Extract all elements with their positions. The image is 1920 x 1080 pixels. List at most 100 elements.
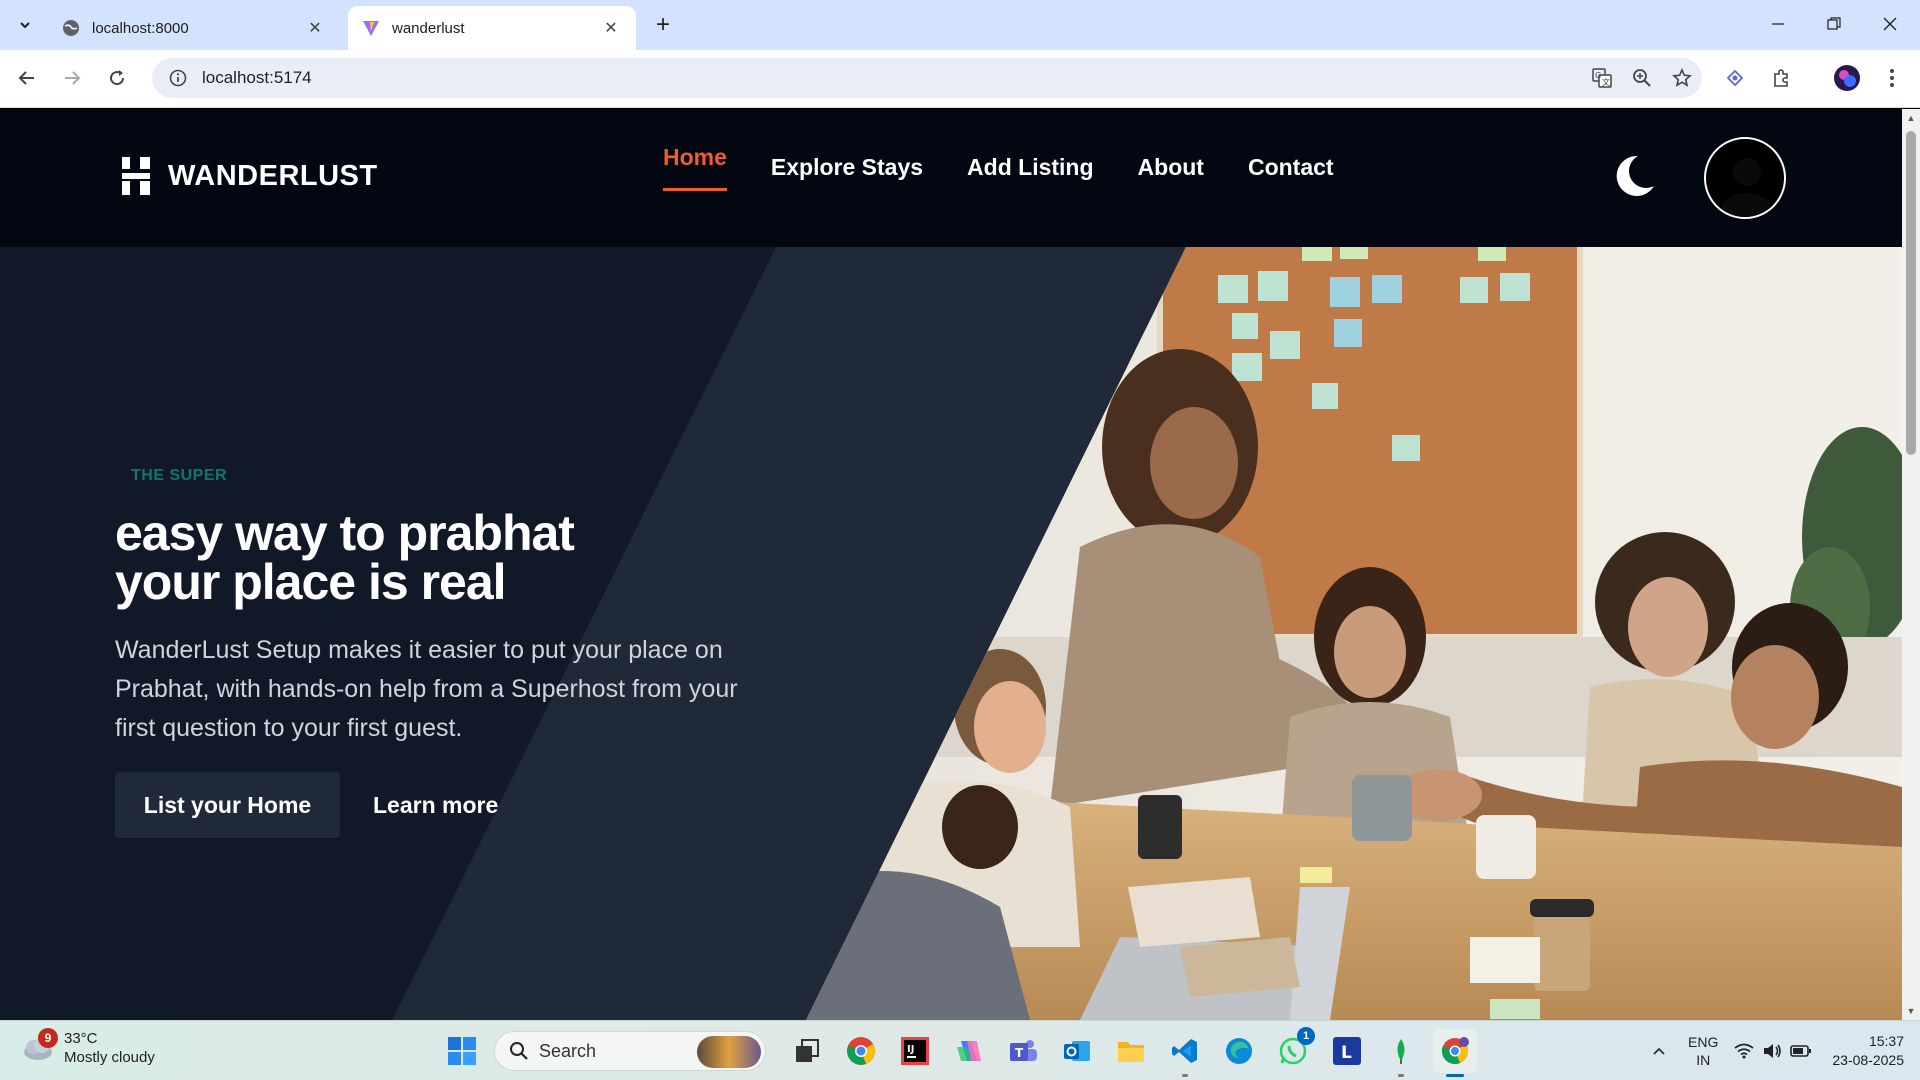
start-button[interactable]	[440, 1029, 484, 1073]
hero-title: easy way to prabhat your place is real	[115, 508, 755, 610]
close-icon	[1883, 17, 1897, 31]
profile-avatar-icon[interactable]	[1829, 60, 1865, 96]
taskbar-search[interactable]: Search	[494, 1031, 766, 1071]
restore-icon	[1827, 17, 1841, 30]
nav-link-add-listing[interactable]: Add Listing	[967, 154, 1093, 191]
web-page: WANDERLUST Home Explore Stays Add Listin…	[0, 109, 1902, 1020]
svg-text:G: G	[1595, 71, 1601, 80]
taskbar-clock[interactable]: 15:37 23-08-2025	[1832, 1032, 1904, 1070]
system-tray: ENG IN 15:37 23-08-2025	[1644, 1029, 1904, 1073]
learn-more-link[interactable]: Learn more	[373, 772, 498, 838]
taskbar-apps: Search IJ T 1 L	[440, 1027, 1482, 1077]
tab-title: wanderlust	[392, 19, 465, 37]
url-text[interactable]: localhost:5174	[202, 68, 1582, 88]
chrome-icon[interactable]	[839, 1029, 883, 1073]
browser-tabbar: localhost:8000 ✕ wanderlust ✕ +	[0, 0, 1920, 50]
nav-link-about[interactable]: About	[1138, 154, 1204, 191]
volume-icon	[1764, 1044, 1782, 1058]
gemini-extension-icon[interactable]	[1717, 60, 1753, 96]
nav-link-explore-stays[interactable]: Explore Stays	[771, 154, 923, 191]
browser-tab-localhost-8000[interactable]: localhost:8000 ✕	[48, 6, 340, 50]
scrollbar-thumb[interactable]	[1906, 131, 1916, 455]
brand-logo-icon	[120, 157, 152, 195]
cloud-rain-icon: 9	[20, 1028, 58, 1066]
theme-toggle-button[interactable]	[1616, 153, 1656, 199]
browser-tab-wanderlust[interactable]: wanderlust ✕	[348, 6, 636, 50]
close-icon[interactable]: ✕	[600, 17, 622, 39]
translate-icon[interactable]: G文	[1582, 58, 1622, 98]
back-button[interactable]	[9, 60, 45, 96]
intellij-icon[interactable]: IJ	[893, 1029, 937, 1073]
teams-icon[interactable]: T	[1001, 1029, 1045, 1073]
hero-eyebrow: THE SUPER	[131, 467, 228, 484]
clock-date: 23-08-2025	[1832, 1052, 1904, 1068]
search-highlight-image	[697, 1036, 761, 1068]
main-nav: Home Explore Stays Add Listing About Con…	[663, 144, 1378, 191]
weather-temperature: 33°C	[64, 1030, 98, 1047]
tab-search-button[interactable]	[8, 8, 42, 42]
mongodb-compass-icon[interactable]	[1379, 1029, 1423, 1077]
brand-name: WANDERLUST	[168, 159, 378, 192]
kebab-menu-icon[interactable]	[1874, 60, 1910, 96]
new-tab-button[interactable]: +	[648, 10, 678, 40]
vite-icon	[362, 19, 380, 37]
hero-section: THE SUPER easy way to prabhat your place…	[0, 247, 1902, 1020]
chrome-dev-icon[interactable]	[1433, 1029, 1477, 1077]
forward-button[interactable]	[54, 60, 90, 96]
scroll-up-arrow-icon[interactable]: ▲	[1906, 113, 1916, 123]
globe-icon	[62, 19, 80, 37]
outlook-icon[interactable]	[1055, 1029, 1099, 1073]
search-icon	[510, 1042, 528, 1060]
file-explorer-icon[interactable]	[1109, 1029, 1153, 1073]
reload-icon	[110, 70, 125, 86]
chevron-down-icon	[20, 22, 30, 29]
quick-settings[interactable]	[1734, 1043, 1812, 1059]
clock-time: 15:37	[1868, 1033, 1904, 1049]
tab-title: localhost:8000	[92, 19, 189, 37]
whatsapp-icon[interactable]: 1	[1271, 1027, 1315, 1073]
extensions-puzzle-icon[interactable]	[1763, 60, 1799, 96]
address-bar[interactable]: localhost:5174 G文	[152, 58, 1702, 98]
hero-title-line-1: easy way to prabhat	[115, 505, 575, 561]
chevron-up-icon[interactable]	[1644, 1043, 1674, 1059]
vscode-icon[interactable]	[1163, 1029, 1207, 1077]
close-window-button[interactable]	[1862, 0, 1918, 48]
task-view-icon[interactable]	[785, 1029, 829, 1073]
lang-line-2: IN	[1696, 1052, 1711, 1068]
hero-title-line-2: your place is real	[115, 554, 507, 610]
minimize-icon	[1772, 23, 1784, 25]
svg-text:T: T	[1015, 1046, 1024, 1060]
windows-taskbar: 9 33°C Mostly cloudy Search IJ T 1 L ENG…	[0, 1020, 1920, 1080]
user-avatar-button[interactable]	[1704, 137, 1786, 219]
weather-badge: 9	[38, 1028, 58, 1048]
browser-toolbar: localhost:5174 G文	[0, 50, 1920, 108]
close-icon[interactable]: ✕	[304, 17, 326, 39]
bookmark-star-icon[interactable]	[1662, 58, 1702, 98]
restore-button[interactable]	[1806, 0, 1862, 48]
reload-button[interactable]	[99, 60, 135, 96]
svg-text:L: L	[1341, 1043, 1352, 1063]
l-app-icon[interactable]: L	[1325, 1029, 1369, 1073]
site-info-icon[interactable]	[158, 69, 198, 87]
scroll-down-arrow-icon[interactable]: ▼	[1906, 1006, 1916, 1016]
brand-logo-link[interactable]: WANDERLUST	[120, 157, 378, 195]
arrow-left-icon	[18, 71, 34, 85]
minimize-button[interactable]	[1750, 0, 1806, 48]
list-your-home-button[interactable]: List your Home	[115, 772, 340, 838]
zoom-icon[interactable]	[1622, 58, 1662, 98]
edge-icon[interactable]	[1217, 1029, 1261, 1073]
svg-text:IJ: IJ	[907, 1044, 914, 1055]
battery-icon	[1790, 1045, 1812, 1057]
copilot-icon[interactable]	[947, 1029, 991, 1073]
whatsapp-badge: 1	[1297, 1027, 1315, 1045]
svg-text:文: 文	[1602, 77, 1610, 87]
weather-widget[interactable]: 9 33°C Mostly cloudy	[20, 1028, 155, 1067]
page-scrollbar[interactable]: ▲ ▼	[1902, 109, 1920, 1020]
lang-line-1: ENG	[1688, 1034, 1719, 1050]
weather-condition: Mostly cloudy	[64, 1049, 155, 1066]
site-header: WANDERLUST Home Explore Stays Add Listin…	[0, 109, 1902, 247]
nav-link-contact[interactable]: Contact	[1248, 154, 1334, 191]
language-indicator[interactable]: ENG IN	[1688, 1033, 1718, 1069]
nav-link-home[interactable]: Home	[663, 144, 727, 191]
user-icon	[1721, 158, 1773, 217]
